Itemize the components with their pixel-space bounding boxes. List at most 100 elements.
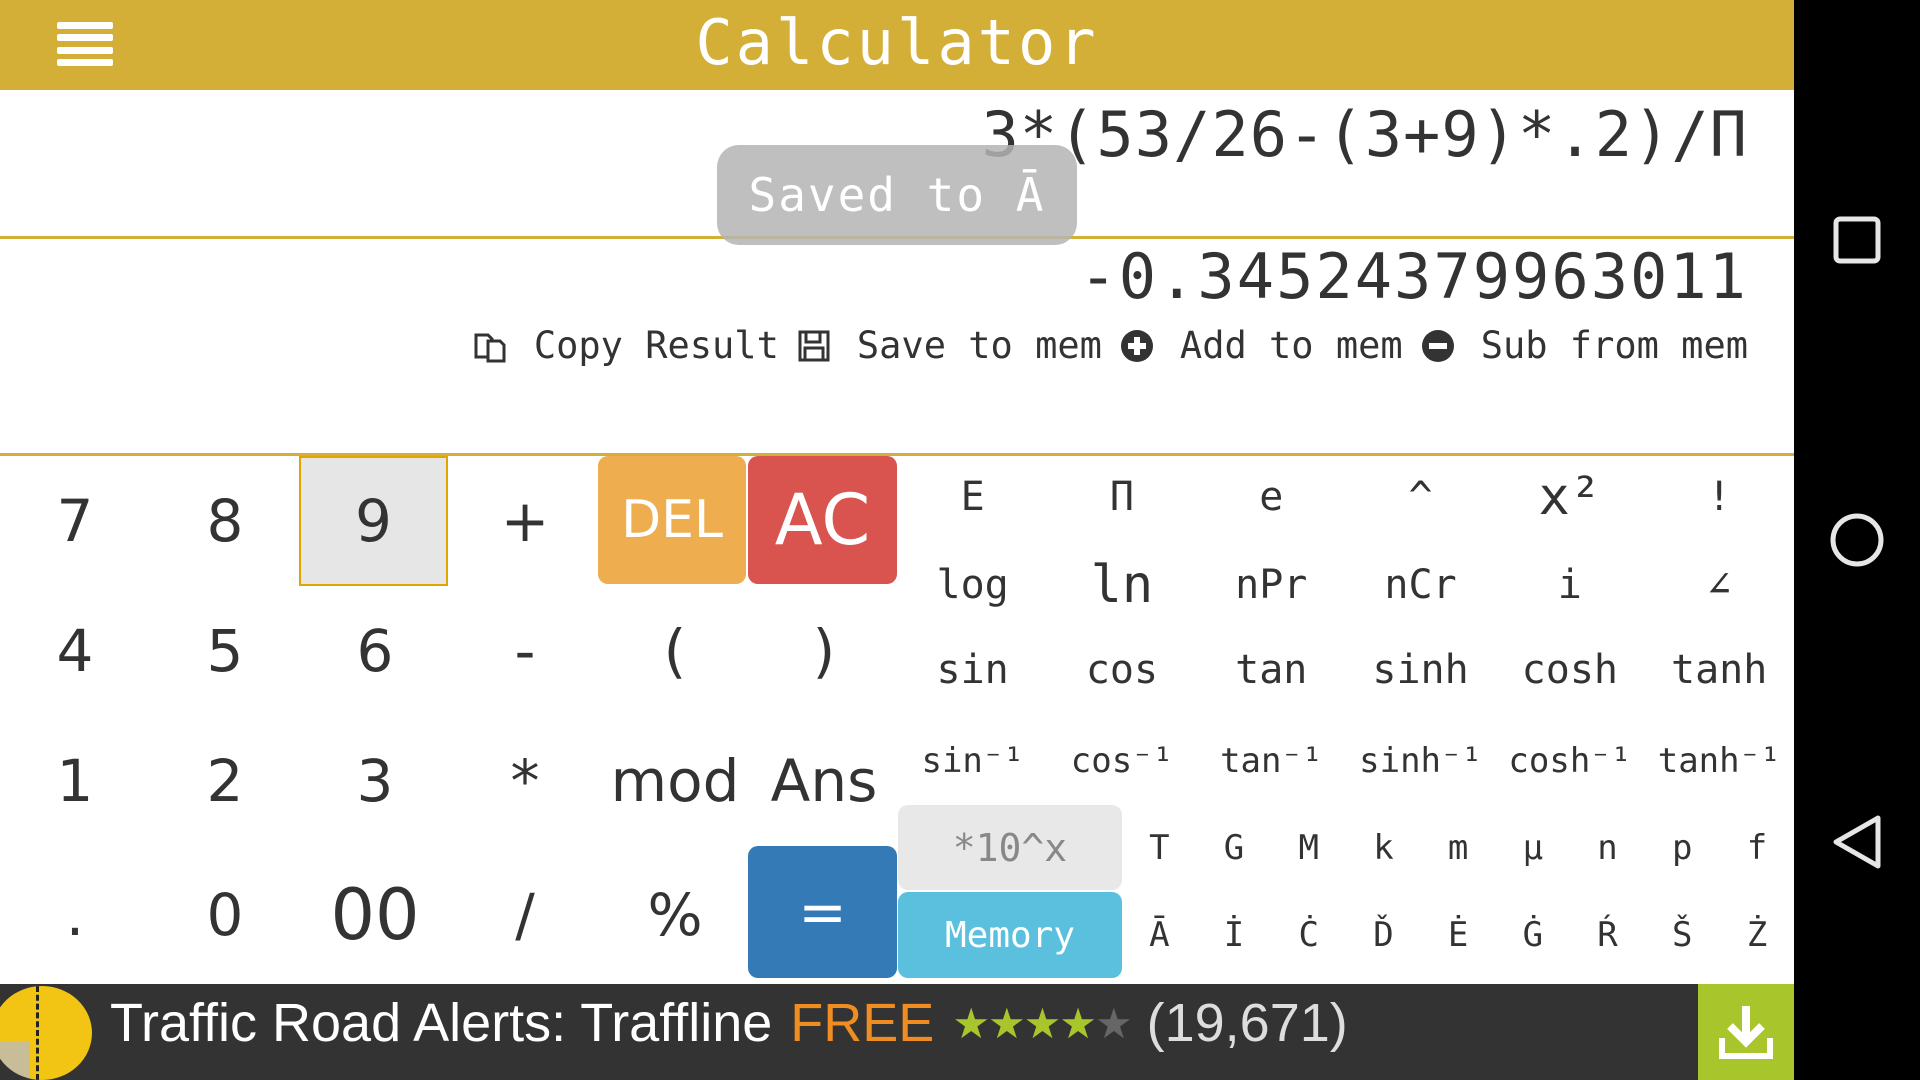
memory-variable-key[interactable]: Ġ (1496, 892, 1571, 978)
key-7[interactable]: 7 (0, 456, 150, 586)
unit-prefix-key[interactable]: m (1421, 805, 1496, 890)
sci-key[interactable]: sin⁻¹ (898, 718, 1047, 804)
sci-key[interactable]: e (1197, 456, 1346, 538)
minus-circle-icon (1419, 327, 1457, 365)
expression-display[interactable]: 3*(53/26-(3+9)*.2)/Π (981, 98, 1748, 171)
result-display: -0.34524379963011 (1079, 240, 1748, 313)
unit-prefix-key[interactable]: f (1720, 805, 1795, 890)
ad-app-logo (0, 986, 92, 1080)
copy-result-button[interactable]: Copy Result (472, 324, 779, 367)
add-to-mem-label: Add to mem (1179, 324, 1403, 367)
key-1[interactable]: 1 (0, 716, 150, 846)
sci-key[interactable]: log (898, 538, 1047, 632)
memory-variable-key[interactable]: Ż (1720, 892, 1795, 978)
recents-button[interactable] (1794, 215, 1920, 265)
ad-rating-stars: ★★★★★ (952, 999, 1133, 1048)
app-title: Calculator (695, 6, 1099, 79)
sci-key[interactable]: nPr (1197, 538, 1346, 632)
key-5[interactable]: 5 (150, 586, 300, 716)
sub-from-mem-label: Sub from mem (1480, 324, 1748, 367)
sci-key[interactable]: ^ (1346, 456, 1495, 538)
star-filled-icon: ★ (952, 999, 990, 1047)
sci-key[interactable]: cos (1047, 632, 1196, 708)
key-4[interactable]: 4 (0, 586, 150, 716)
star-empty-icon: ★ (1094, 999, 1133, 1047)
download-icon (1719, 1006, 1773, 1059)
key-mod[interactable]: mod (600, 716, 750, 846)
key-decimal[interactable]: . (0, 846, 150, 984)
sci-key[interactable]: cosh (1495, 632, 1644, 708)
sci-key[interactable]: tan (1197, 632, 1346, 708)
recents-icon (1833, 216, 1881, 264)
unit-prefix-key[interactable]: G (1197, 805, 1272, 890)
equals-button[interactable]: = (748, 846, 897, 978)
key-9[interactable]: 9 (299, 456, 448, 586)
key-6[interactable]: 6 (300, 586, 450, 716)
memory-variable-key[interactable]: Š (1645, 892, 1720, 978)
key-3[interactable]: 3 (300, 716, 450, 846)
key-00[interactable]: 00 (300, 846, 450, 984)
sci-key[interactable]: sinh (1346, 632, 1495, 708)
memory-variable-key[interactable]: Ď (1346, 892, 1421, 978)
star-filled-icon: ★ (1023, 999, 1062, 1047)
back-icon (1833, 815, 1881, 869)
delete-button[interactable]: DEL (598, 456, 746, 584)
sci-key[interactable]: tan⁻¹ (1197, 718, 1346, 804)
sci-key[interactable]: ln (1047, 538, 1196, 632)
sci-key[interactable]: sinh⁻¹ (1346, 718, 1495, 804)
sci-key[interactable]: tanh⁻¹ (1645, 718, 1794, 804)
key-open-paren[interactable]: ( (600, 586, 750, 716)
save-icon (795, 327, 833, 365)
key-divide[interactable]: / (450, 846, 600, 984)
key-8[interactable]: 8 (150, 456, 300, 586)
sci-key[interactable]: Π (1047, 456, 1196, 538)
key-plus[interactable]: + (450, 456, 600, 586)
all-clear-button[interactable]: AC (748, 456, 897, 584)
home-icon (1830, 513, 1884, 567)
android-nav-bar (1794, 0, 1920, 1080)
key-multiply[interactable]: * (450, 716, 600, 846)
unit-prefix-key[interactable]: n (1570, 805, 1645, 890)
unit-prefix-key[interactable]: M (1271, 805, 1346, 890)
key-0[interactable]: 0 (150, 846, 300, 984)
memory-variable-key[interactable]: Ā (1122, 892, 1197, 978)
memory-button[interactable]: Memory (898, 892, 1122, 978)
memory-variable-key[interactable]: Ŕ (1570, 892, 1645, 978)
unit-prefix-key[interactable]: μ (1496, 805, 1571, 890)
copy-icon (472, 327, 510, 365)
back-button[interactable] (1794, 812, 1920, 872)
memory-variable-key[interactable]: İ (1197, 892, 1272, 978)
sci-key[interactable]: nCr (1346, 538, 1495, 632)
sci-key[interactable]: cosh⁻¹ (1495, 718, 1644, 804)
ad-price: FREE (790, 993, 935, 1053)
sci-key[interactable]: ∠ (1645, 538, 1794, 632)
sci-key[interactable]: i (1495, 538, 1644, 632)
star-filled-icon: ★ (1059, 999, 1097, 1047)
unit-prefix-key[interactable]: T (1122, 805, 1197, 890)
sub-from-mem-button[interactable]: Sub from mem (1419, 324, 1748, 367)
sci-key[interactable]: tanh (1645, 632, 1794, 708)
sci-key[interactable]: cos⁻¹ (1047, 718, 1196, 804)
unit-prefix-key[interactable]: p (1645, 805, 1720, 890)
memory-variable-key[interactable]: Ċ (1271, 892, 1346, 978)
sci-key[interactable]: x² (1495, 456, 1644, 538)
key-percent[interactable]: % (600, 846, 750, 984)
add-to-mem-button[interactable]: Add to mem (1118, 324, 1403, 367)
ad-text: Traffic Road Alerts: Traffline FREE ★★★★… (110, 992, 1348, 1054)
save-to-mem-button[interactable]: Save to mem (795, 324, 1102, 367)
ad-download-button[interactable] (1698, 984, 1794, 1080)
sci-key[interactable]: E (898, 456, 1047, 538)
key-2[interactable]: 2 (150, 716, 300, 846)
sci-key[interactable]: ! (1645, 456, 1794, 538)
key-minus[interactable]: - (450, 586, 600, 716)
home-button[interactable] (1794, 512, 1920, 568)
key-close-paren[interactable]: ) (750, 586, 898, 716)
ad-review-count: (19,671) (1146, 993, 1348, 1053)
memory-variable-key[interactable]: Ė (1421, 892, 1496, 978)
times-ten-power-button[interactable]: *10^x (898, 805, 1122, 890)
sci-key[interactable]: sin (898, 632, 1047, 708)
saved-toast: Saved to Ā (717, 145, 1077, 245)
key-ans[interactable]: Ans (750, 716, 898, 846)
ad-banner[interactable]: Traffic Road Alerts: Traffline FREE ★★★★… (0, 984, 1794, 1080)
unit-prefix-key[interactable]: k (1346, 805, 1421, 890)
